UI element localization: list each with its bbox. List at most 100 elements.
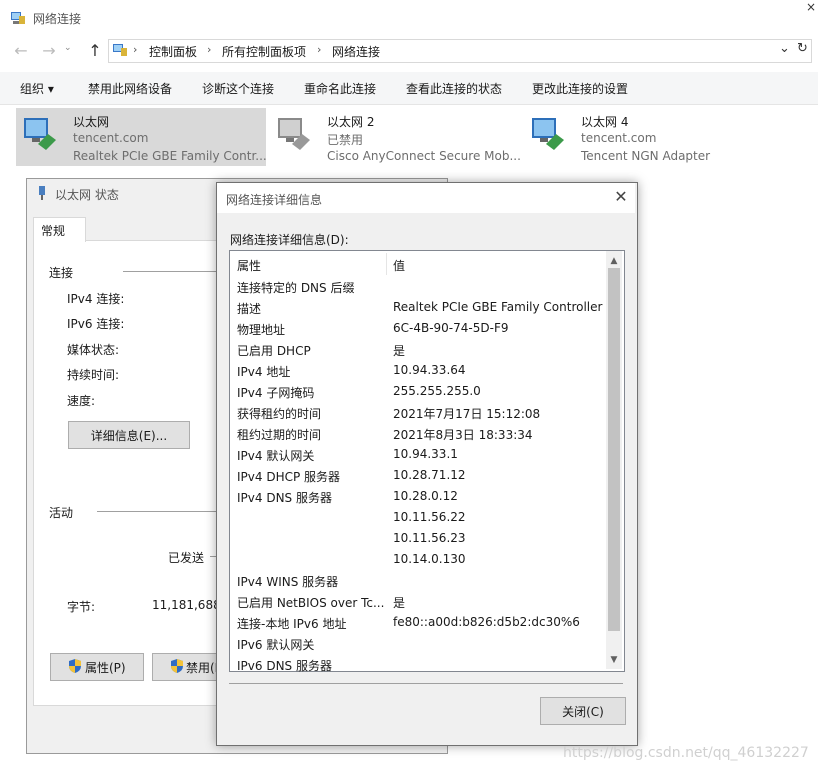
status-dialog-title: 以太网 状态 [55, 188, 119, 202]
sent-label: 已发送 [168, 551, 205, 565]
table-row[interactable]: IPv4 DNS 服务器 10.28.0.12 [230, 489, 606, 510]
property-cell: 连接特定的 DNS 后缀 [237, 281, 355, 295]
breadcrumb-all-items[interactable]: 所有控制面板项 [222, 43, 306, 60]
table-row[interactable]: 物理地址 6C-4B-90-74-5D-F9 [230, 321, 606, 342]
column-header-value[interactable]: 值 [393, 257, 405, 274]
back-icon[interactable]: ← [10, 40, 32, 62]
value-cell: 10.11.56.23 [393, 531, 466, 545]
tab-general-label: 常规 [41, 224, 66, 238]
view-status-button[interactable]: 查看此连接的状态 [406, 80, 502, 97]
property-cell: IPv6 DNS 服务器 [237, 659, 332, 673]
up-icon[interactable]: ↑ [84, 40, 106, 62]
list-header [230, 251, 606, 277]
value-cell: fe80::a00d:b826:d5b2:dc30%6 [393, 615, 580, 629]
network-adapter-icon [532, 118, 564, 150]
shield-icon [171, 659, 183, 673]
forward-icon[interactable]: → [38, 40, 60, 62]
address-bar[interactable] [108, 39, 812, 63]
table-row[interactable]: IPv4 DHCP 服务器 10.28.71.12 [230, 468, 606, 489]
bytes-label: 字节: [67, 600, 96, 614]
property-cell: IPv4 WINS 服务器 [237, 575, 339, 589]
bytes-sent-value: 11,181,688, [152, 598, 225, 612]
column-header-property[interactable]: 属性 [237, 257, 261, 274]
network-adapter-disabled-icon [278, 118, 310, 150]
adapter-device: Cisco AnyConnect Secure Mob... [327, 149, 521, 163]
watermark: https://blog.csdn.net/qq_46132227 [563, 745, 809, 761]
ethernet-plug-icon [39, 186, 45, 200]
breadcrumb-network[interactable]: 网络连接 [332, 43, 380, 60]
adapter-name: 以太网 4 [581, 115, 629, 129]
property-cell: 描述 [237, 302, 262, 316]
table-row[interactable]: 获得租约的时间 2021年7月17日 15:12:08 [230, 405, 606, 426]
disable-device-button[interactable]: 禁用此网络设备 [88, 80, 172, 97]
scrollbar-thumb[interactable] [608, 268, 620, 631]
table-row[interactable]: 已启用 DHCP 是 [230, 342, 606, 363]
value-cell: 10.28.71.12 [393, 468, 466, 482]
details-dialog-title: 网络连接详细信息 [226, 193, 323, 207]
scroll-up-icon[interactable]: ▲ [606, 253, 622, 269]
table-row[interactable]: 描述 Realtek PCIe GBE Family Controller [230, 300, 606, 321]
table-row[interactable]: 连接特定的 DNS 后缀 [230, 279, 606, 300]
property-cell: IPv4 DHCP 服务器 [237, 470, 341, 484]
diagnose-button[interactable]: 诊断这个连接 [202, 80, 274, 97]
table-row[interactable]: IPv4 WINS 服务器 [230, 573, 606, 594]
media-state-label: 媒体状态: [67, 343, 120, 357]
network-adapter-icon [24, 118, 56, 150]
speed-label: 速度: [67, 394, 96, 408]
details-button-label: 详细信息(E)... [90, 429, 168, 443]
table-row[interactable]: 10.14.0.130 [230, 552, 606, 573]
value-cell: 是 [393, 596, 406, 610]
value-cell: 10.94.33.64 [393, 363, 466, 377]
window-title: 网络连接 [33, 12, 82, 26]
shield-icon [69, 659, 81, 673]
adapter-network: tencent.com [73, 131, 149, 145]
ipv6-connectivity-label: IPv6 连接: [67, 317, 125, 331]
property-cell: IPv4 子网掩码 [237, 386, 315, 400]
property-cell: 已启用 NetBIOS over Tc... [237, 596, 385, 610]
property-cell: 已启用 DHCP [237, 344, 311, 358]
property-cell: IPv4 DNS 服务器 [237, 491, 332, 505]
table-row[interactable]: 已启用 NetBIOS over Tc... 是 [230, 594, 606, 615]
title-bar [0, 0, 818, 36]
table-row[interactable]: IPv6 默认网关 [230, 636, 606, 657]
refresh-icon[interactable]: ↻ [797, 41, 808, 56]
ipv4-connectivity-label: IPv4 连接: [67, 292, 125, 306]
table-row[interactable]: 连接-本地 IPv6 地址 fe80::a00d:b826:d5b2:dc30%6 [230, 615, 606, 636]
value-cell: 10.11.56.22 [393, 510, 466, 524]
value-cell: 6C-4B-90-74-5D-F9 [393, 321, 509, 335]
table-row[interactable]: 租约过期的时间 2021年8月3日 18:33:34 [230, 426, 606, 447]
table-row[interactable]: 10.11.56.22 [230, 510, 606, 531]
control-panel-icon [113, 44, 127, 56]
property-cell: IPv6 默认网关 [237, 638, 315, 652]
address-dropdown-icon[interactable]: ⌄ [779, 41, 790, 56]
table-row[interactable]: IPv6 DNS 服务器 [230, 657, 606, 678]
table-row[interactable]: 10.11.56.23 [230, 531, 606, 552]
adapter-name: 以太网 2 [327, 115, 375, 129]
recent-chevron-icon[interactable]: ⌄ [64, 43, 72, 53]
close-icon[interactable]: ✕ [612, 188, 630, 206]
property-cell: 连接-本地 IPv6 地址 [237, 617, 347, 631]
close-icon[interactable]: × [806, 0, 818, 14]
table-row[interactable]: IPv4 默认网关 10.94.33.1 [230, 447, 606, 468]
scroll-down-icon[interactable]: ▼ [606, 652, 622, 668]
change-settings-button[interactable]: 更改此连接的设置 [532, 80, 628, 97]
value-cell: 10.14.0.130 [393, 552, 466, 566]
duration-label: 持续时间: [67, 368, 120, 382]
table-row[interactable]: IPv4 子网掩码 255.255.255.0 [230, 384, 606, 405]
connection-heading: 连接 [49, 266, 74, 280]
adapter-name: 以太网 [73, 115, 110, 129]
breadcrumb-control-panel[interactable]: 控制面板 [149, 43, 197, 60]
adapter-device: Tencent NGN Adapter [581, 149, 711, 163]
property-cell: IPv4 默认网关 [237, 449, 315, 463]
value-cell: 10.28.0.12 [393, 489, 458, 503]
adapter-device: Realtek PCIe GBE Family Contr... [73, 149, 267, 163]
adapter-network: 已禁用 [327, 133, 364, 147]
value-cell: 2021年7月17日 15:12:08 [393, 407, 541, 421]
table-row[interactable]: IPv4 地址 10.94.33.64 [230, 363, 606, 384]
organize-button[interactable]: 组织 ▾ [20, 80, 54, 97]
value-cell: 是 [393, 344, 406, 358]
adapter-network: tencent.com [581, 131, 657, 145]
rename-button[interactable]: 重命名此连接 [304, 80, 376, 97]
activity-heading: 活动 [49, 506, 74, 520]
property-cell: 物理地址 [237, 323, 286, 337]
